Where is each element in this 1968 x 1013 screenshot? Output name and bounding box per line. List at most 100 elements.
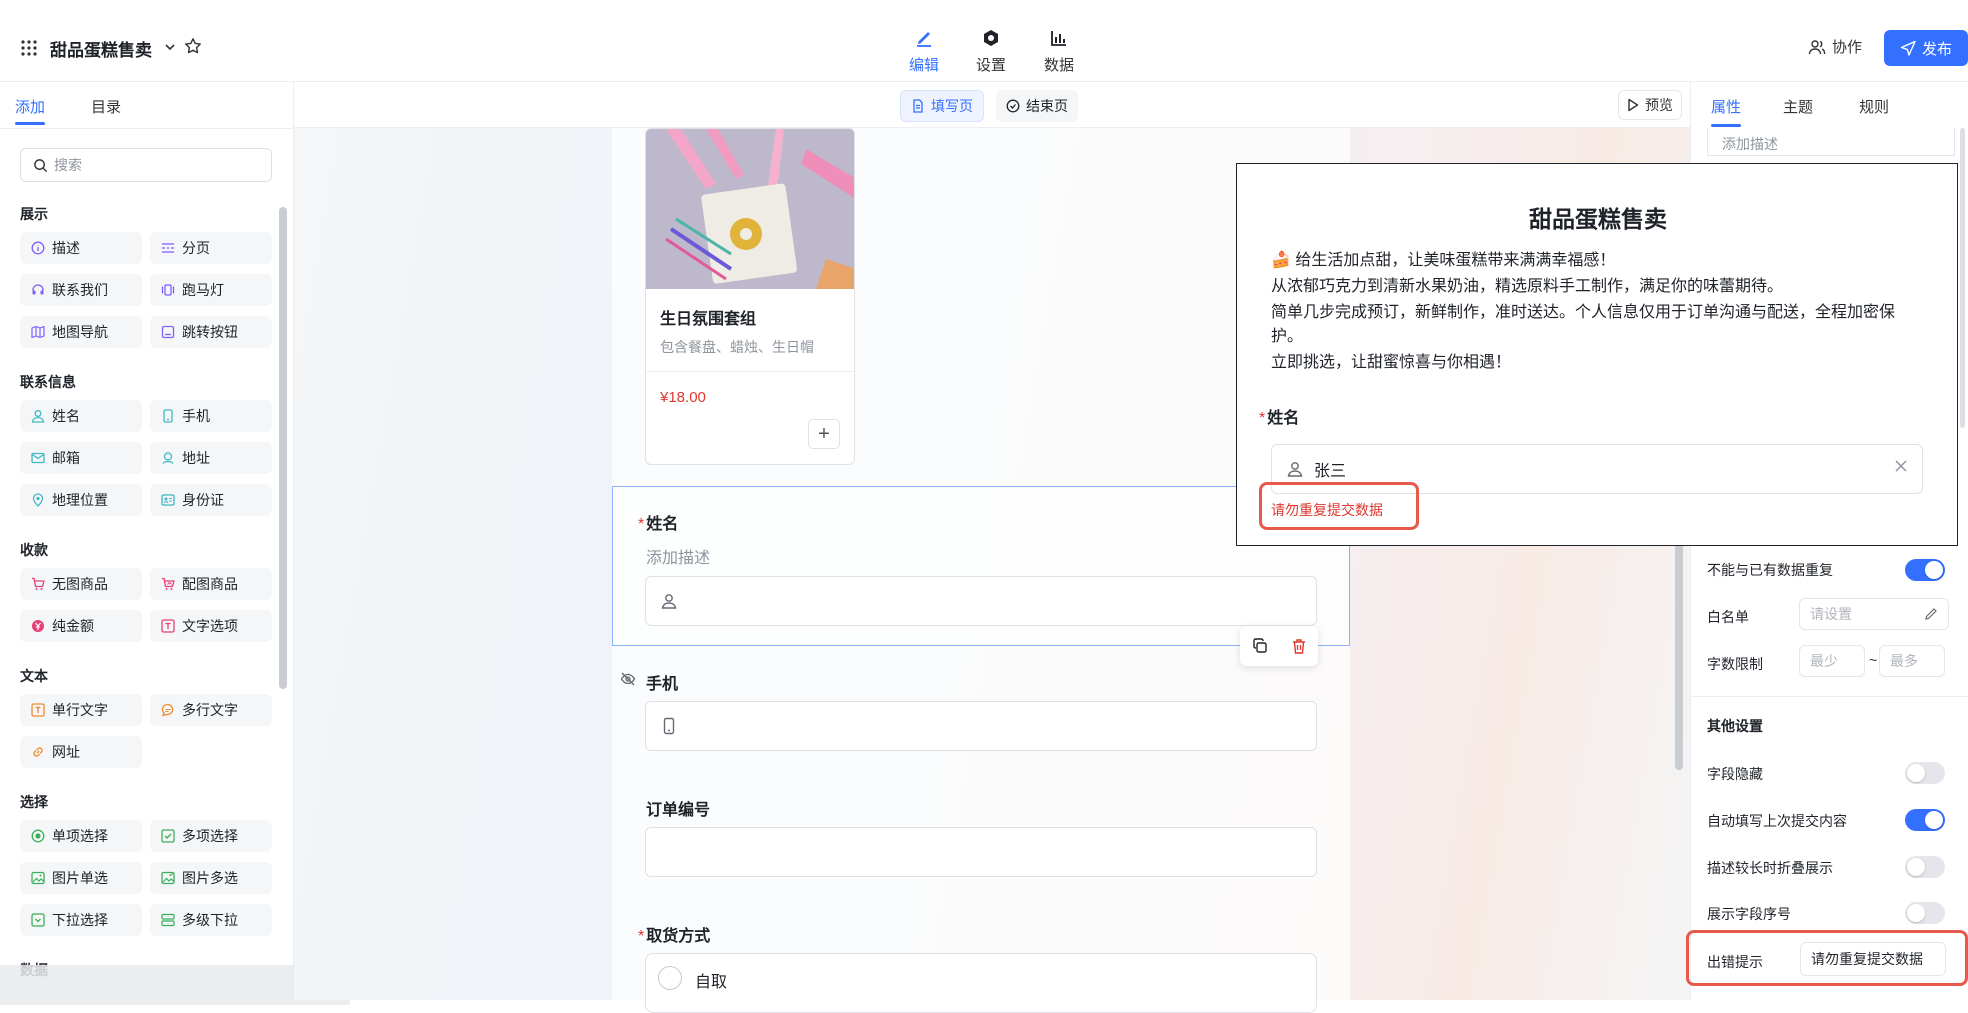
phone-input[interactable] [645,701,1317,751]
app-title[interactable]: 甜品蛋糕售卖 [50,36,152,61]
user-icon [1286,460,1304,478]
publish-label: 发布 [1921,40,1952,58]
product-image [646,129,854,289]
edit-pen-icon [894,22,954,48]
component-phone[interactable]: 手机 [150,400,272,432]
field-description-placeholder[interactable]: 添加描述 [646,544,710,568]
tab-add[interactable]: 添加 [15,96,45,117]
radio-button[interactable] [658,966,682,990]
component-label: 手机 [182,408,210,424]
product-card[interactable]: 生日氛围套组 包含餐盘、蜡烛、生日帽 ¥18.00 + [645,128,855,465]
product-description: 包含餐盘、蜡烛、生日帽 [660,339,814,355]
component-image-multi-choice[interactable]: 图片多选 [150,862,272,894]
tab-end-page[interactable]: 结束页 [996,90,1078,122]
product-price: ¥18.00 [660,389,706,406]
delete-icon[interactable] [1290,637,1308,655]
properties-scrollbar[interactable] [1960,128,1965,428]
component-name[interactable]: 姓名 [20,400,142,432]
tab-edit[interactable]: 编辑 [894,22,954,93]
search-icon [33,158,48,173]
user-icon [660,592,678,610]
pickup-option-row[interactable] [645,953,1317,1013]
other-settings-title: 其他设置 [1707,718,1763,734]
tab-catalog[interactable]: 目录 [91,96,121,117]
popup-desc-line: 从浓郁巧克力到清新水果奶油，精选原料手工制作，满足你的味蕾期待。 [1271,278,1784,295]
radio-icon [30,828,46,844]
preview-button[interactable]: 预览 [1618,90,1682,120]
play-icon [1627,98,1639,112]
section-title-text: 文本 [20,668,48,684]
name-input[interactable] [645,576,1317,626]
component-single-line-text[interactable]: 单行文字 [20,694,142,726]
component-label: 多项选择 [182,828,238,844]
chevron-down-icon[interactable] [163,40,177,54]
component-label: 多级下拉 [182,912,238,928]
autofill-toggle[interactable] [1905,809,1945,831]
divider [1691,696,1968,697]
component-multi-choice[interactable]: 多项选择 [150,820,272,852]
no-duplicate-toggle[interactable] [1905,559,1945,581]
component-description[interactable]: 描述 [20,232,142,264]
edit-pen-icon [1924,607,1938,621]
collaborate-button[interactable]: 协作 [1808,36,1862,57]
apps-grid-icon[interactable] [20,39,38,57]
field-hidden-toggle[interactable] [1905,762,1945,784]
component-image-single-choice[interactable]: 图片单选 [20,862,142,894]
tab-properties[interactable]: 属性 [1711,96,1741,117]
tab-fill-page[interactable]: 填写页 [900,90,984,122]
char-min-input[interactable]: 最少 [1799,645,1865,677]
component-single-choice[interactable]: 单项选择 [20,820,142,852]
field-number-label: 展示字段序号 [1707,906,1791,922]
collapse-desc-toggle[interactable] [1905,856,1945,878]
tab-rules[interactable]: 规则 [1859,96,1889,117]
component-email[interactable]: 邮箱 [20,442,142,474]
popup-desc-line: 简单几步完成预订，新鲜制作，准时送达。个人信息仅用于订单沟通与配送，全程加密保 [1271,304,1896,321]
description-input[interactable]: 添加描述 [1707,128,1955,156]
search-input[interactable]: 搜索 [20,148,272,182]
publish-button[interactable]: 发布 [1884,30,1968,66]
component-product-with-image[interactable]: 配图商品 [150,568,272,600]
component-address[interactable]: 地址 [150,442,272,474]
tab-theme[interactable]: 主题 [1783,96,1813,117]
autofill-label: 自动填写上次提交内容 [1707,813,1847,829]
component-cascade-dropdown[interactable]: 多级下拉 [150,904,272,936]
char-max-input[interactable]: 最多 [1879,645,1945,677]
currency-icon [30,618,46,634]
field-number-toggle[interactable] [1905,902,1945,924]
eye-off-icon[interactable] [620,671,636,687]
panel-scrollbar[interactable] [279,207,287,689]
component-map-nav[interactable]: 地图导航 [20,316,142,348]
component-text-option[interactable]: 文字选项 [150,610,272,642]
component-panel: 添加 目录 搜索 展示 描述 分页 联系我们 跑马灯 地图导航 跳转按钮 联系信… [0,82,294,1000]
add-to-cart-button[interactable]: + [808,419,840,449]
section-title-choice: 选择 [20,794,48,810]
component-label: 跳转按钮 [182,324,238,340]
tab-data[interactable]: 数据 [1029,22,1089,75]
popup-field-title-text: 姓名 [1267,410,1300,427]
whitelist-input[interactable]: 请设置 [1799,598,1949,630]
order-number-input[interactable] [645,827,1317,877]
component-jump-button[interactable]: 跳转按钮 [150,316,272,348]
user-icon [30,408,46,424]
required-mark: * [638,516,645,533]
copy-icon[interactable] [1251,637,1269,655]
component-pagination[interactable]: 分页 [150,232,272,264]
whitelist-placeholder: 请设置 [1810,606,1852,622]
component-id-card[interactable]: 身份证 [150,484,272,516]
component-multi-line-text[interactable]: 多行文字 [150,694,272,726]
component-contact-us[interactable]: 联系我们 [20,274,142,306]
mail-icon [30,450,46,466]
component-amount[interactable]: 纯金额 [20,610,142,642]
component-url[interactable]: 网址 [20,736,142,768]
component-marquee[interactable]: 跑马灯 [150,274,272,306]
component-product-no-image[interactable]: 无图商品 [20,568,142,600]
star-icon[interactable] [184,37,202,55]
close-icon[interactable] [1894,459,1908,473]
component-label: 地图导航 [52,324,108,340]
component-label: 邮箱 [52,450,80,466]
component-label: 多行文字 [182,702,238,718]
component-location[interactable]: 地理位置 [20,484,142,516]
field-toolbar [1240,626,1318,666]
tab-settings[interactable]: 设置 [961,22,1021,75]
component-dropdown[interactable]: 下拉选择 [20,904,142,936]
